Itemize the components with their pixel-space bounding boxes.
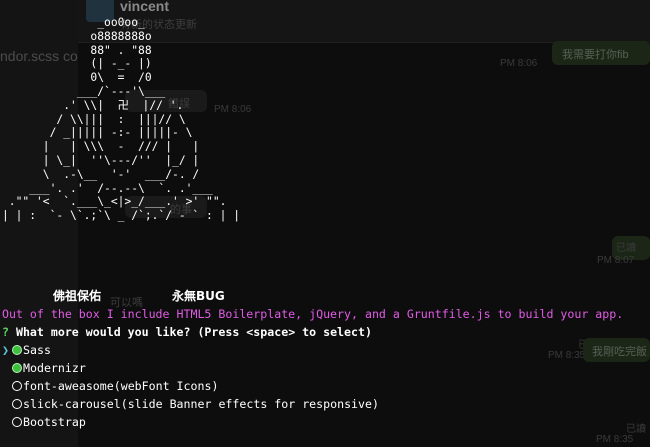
prompt-question: ? What more would you like? (Press <spac…: [2, 323, 372, 341]
option-label: Modernizr: [23, 361, 86, 375]
question-text: What more would you like? (Press <space>…: [15, 325, 372, 339]
option-font-awesome[interactable]: font-aweasome(webFont Icons): [2, 377, 218, 395]
buddha-ascii-art: _oo0oo_ o8888888o 88" . "88 (| -_- |) 0\…: [2, 16, 241, 223]
option-sass[interactable]: ❯ Sass: [2, 341, 51, 359]
option-modernizr[interactable]: Modernizr: [2, 359, 86, 377]
caption-right: 永無BUG: [172, 289, 225, 303]
checkbox-checked-icon[interactable]: [12, 363, 22, 373]
option-bootstrap[interactable]: Bootstrap: [2, 413, 86, 431]
option-label: slick-carousel(slide Banner effects for …: [23, 397, 379, 411]
option-label: Bootstrap: [23, 415, 86, 429]
caption-left: 佛祖保佑: [53, 289, 102, 303]
intro-text: Out of the box I include HTML5 Boilerpla…: [2, 307, 624, 321]
checkbox-unchecked-icon[interactable]: [12, 381, 22, 391]
question-mark: ?: [2, 325, 9, 339]
checkbox-checked-icon[interactable]: [12, 345, 22, 355]
checkbox-unchecked-icon[interactable]: [12, 417, 22, 427]
option-slick-carousel[interactable]: slick-carousel(slide Banner effects for …: [2, 395, 379, 413]
option-label: Sass: [23, 343, 51, 357]
pointer-icon: ❯: [2, 343, 9, 357]
checkbox-unchecked-icon[interactable]: [12, 399, 22, 409]
option-label: font-aweasome(webFont Icons): [23, 379, 219, 393]
terminal-output: _oo0oo_ o8888888o 88" . "88 (| -_- |) 0\…: [0, 0, 650, 447]
